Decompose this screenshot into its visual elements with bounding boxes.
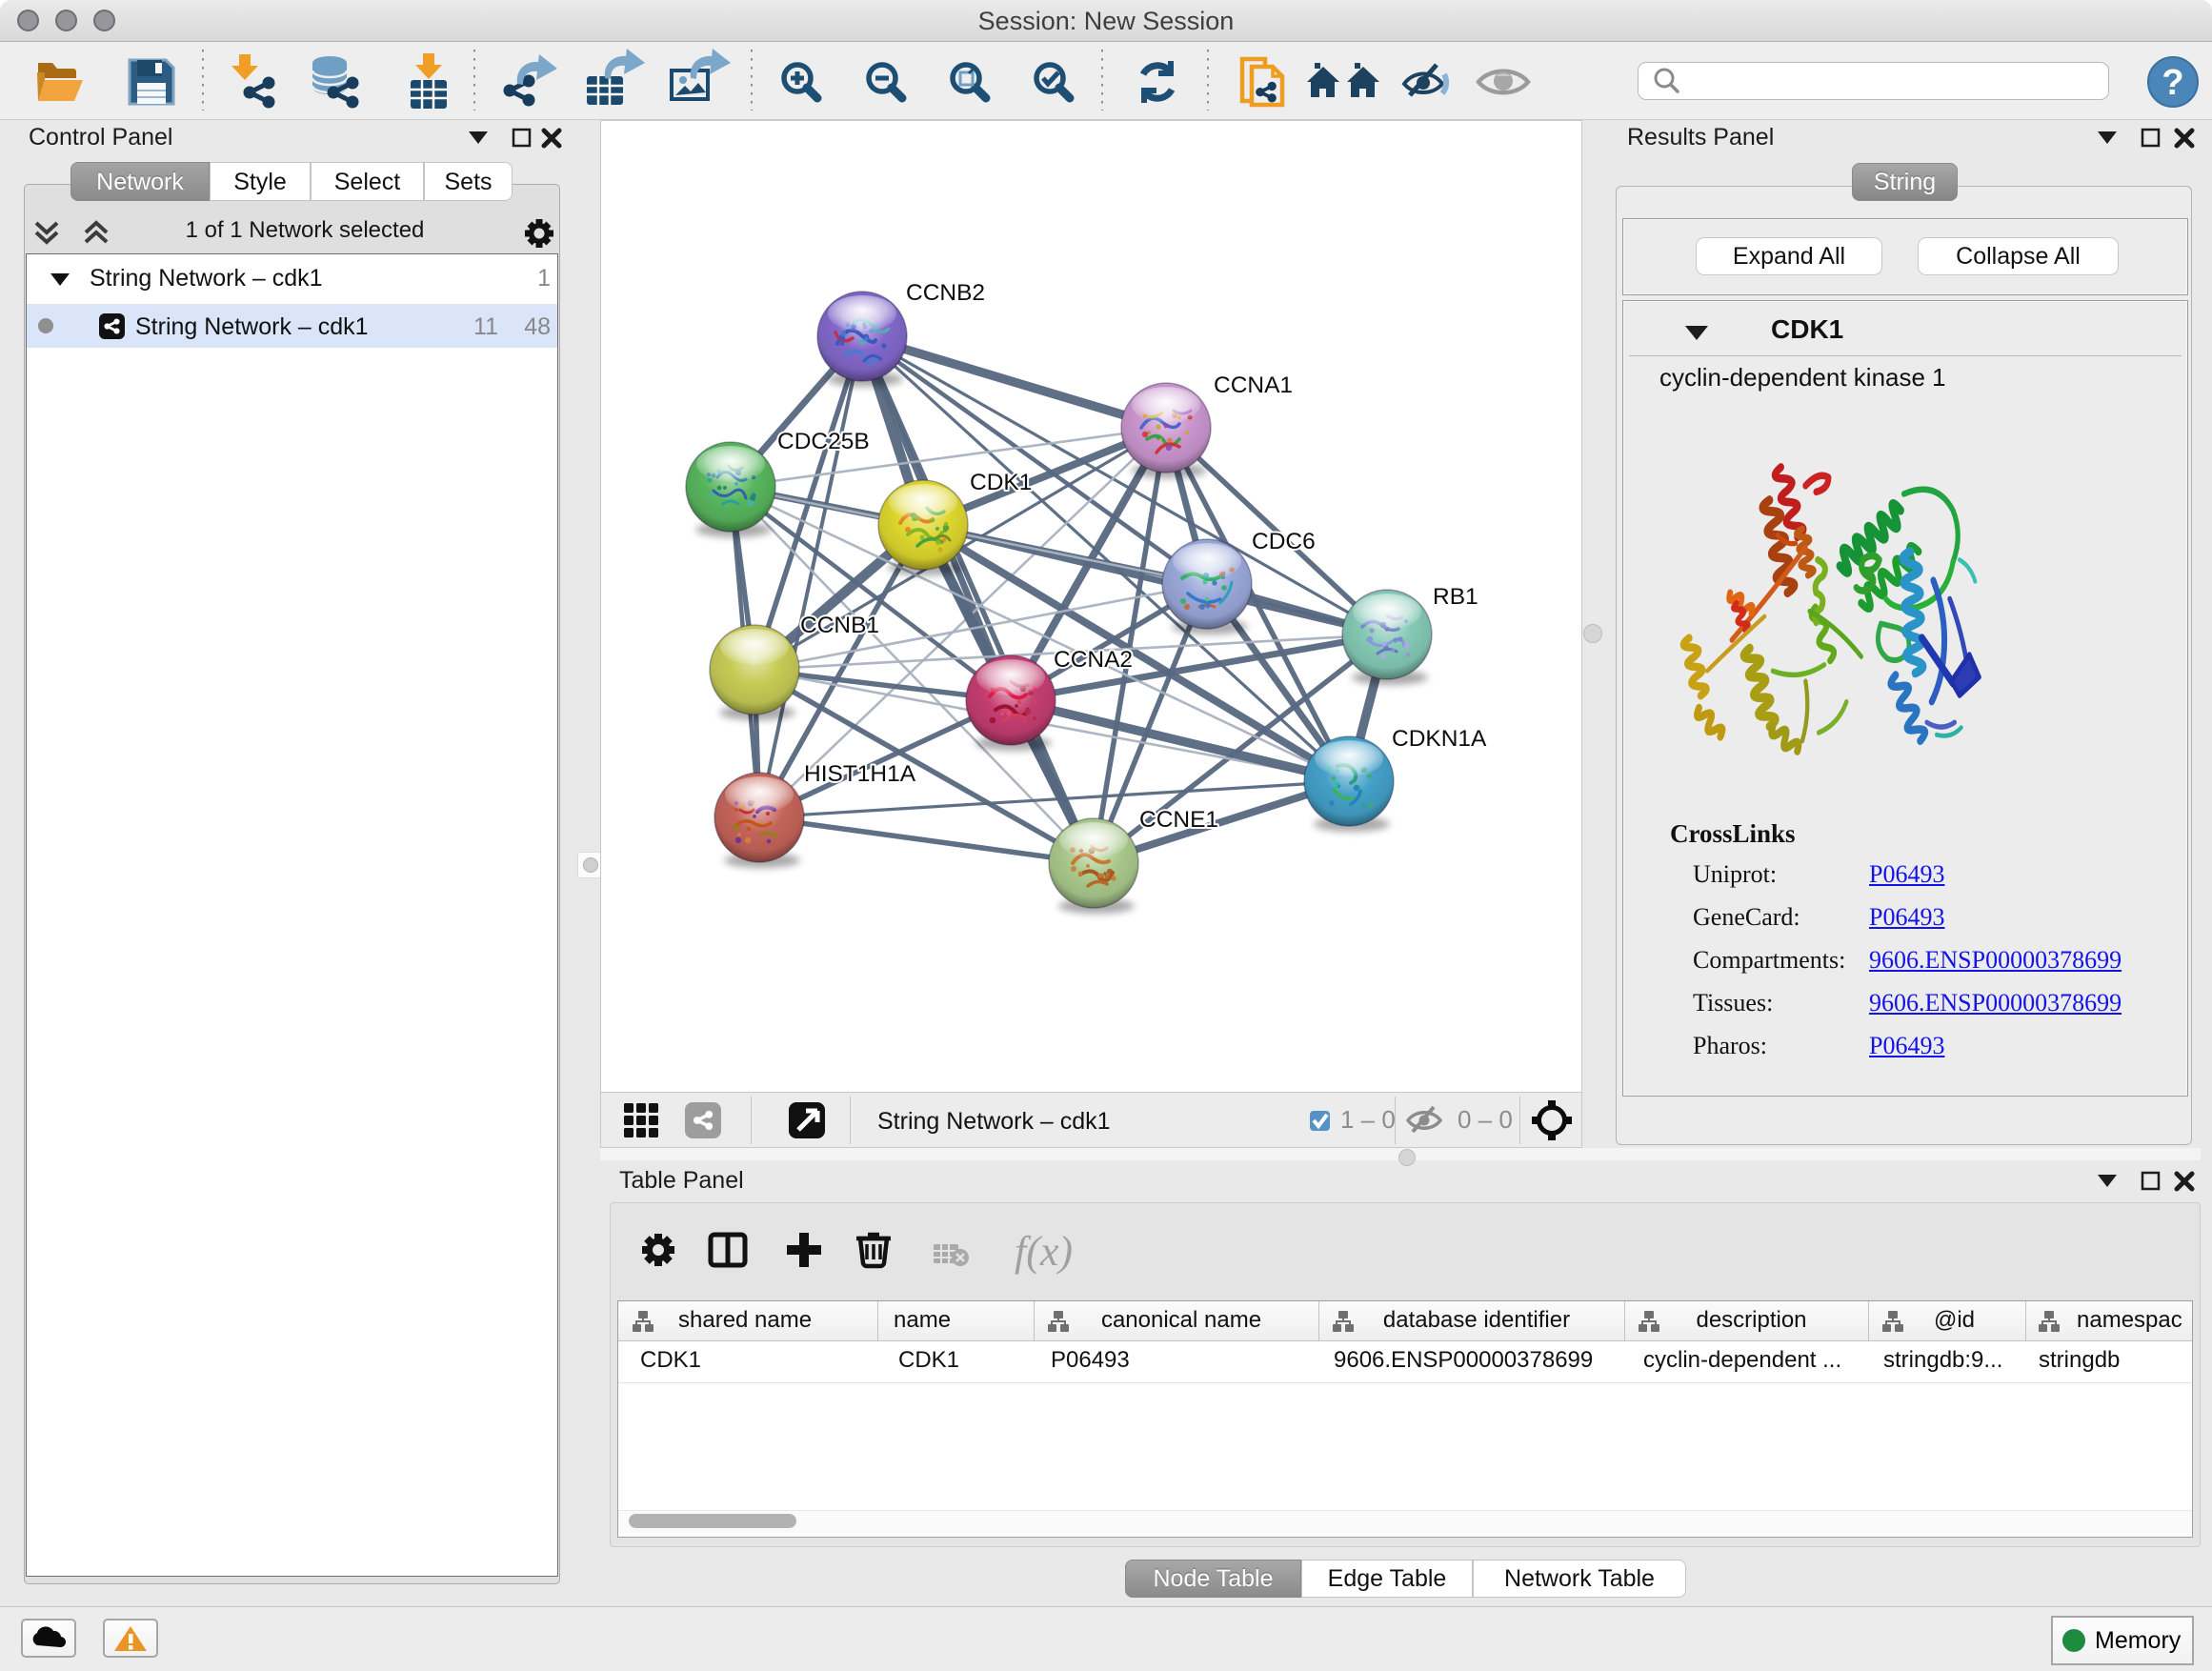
svg-text:CCNE1: CCNE1 (1139, 807, 1218, 833)
svg-text:0 – 0: 0 – 0 (1458, 1105, 1513, 1134)
svg-text:HIST1H1A: HIST1H1A (804, 761, 916, 787)
svg-text:CDC6: CDC6 (1252, 529, 1316, 554)
svg-text:CCNB1: CCNB1 (800, 613, 879, 638)
svg-text:CCNA2: CCNA2 (1054, 647, 1133, 673)
svg-text:RB1: RB1 (1433, 584, 1478, 610)
svg-text:?: ? (2162, 63, 2183, 103)
svg-text:CDKN1A: CDKN1A (1392, 726, 1487, 752)
svg-text:CCNB2: CCNB2 (906, 280, 985, 306)
svg-text:f(x): f(x) (1015, 1228, 1073, 1275)
svg-text:CDC25B: CDC25B (777, 429, 870, 454)
svg-text:String Network – cdk1: String Network – cdk1 (877, 1108, 1111, 1135)
svg-text:CCNA1: CCNA1 (1214, 372, 1293, 398)
svg-text:CDK1: CDK1 (970, 470, 1032, 495)
svg-text:1 – 0: 1 – 0 (1340, 1105, 1396, 1134)
